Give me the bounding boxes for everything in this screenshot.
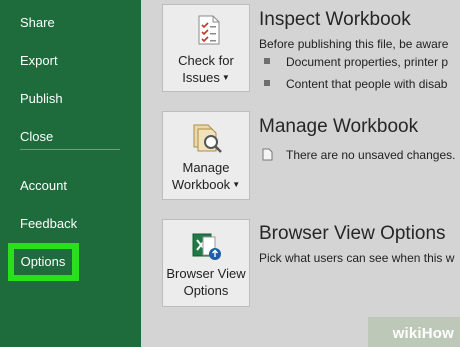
sidebar-item-close[interactable]: Close: [20, 128, 53, 146]
sidebar-item-publish[interactable]: Publish: [20, 90, 63, 108]
browser-view-options-button[interactable]: Browser View Options: [162, 219, 250, 307]
sidebar-item-options[interactable]: Options: [14, 249, 72, 275]
manage-workbook-title: Manage Workbook: [259, 116, 419, 137]
sidebar-item-account[interactable]: Account: [20, 177, 67, 195]
browser-view-icon: [191, 232, 223, 267]
dropdown-caret-icon: ▼: [221, 73, 230, 82]
wikihow-logo: wikiHow: [392, 325, 454, 342]
browser-view-options-title: Browser View Options: [259, 223, 446, 244]
sidebar-item-feedback[interactable]: Feedback: [20, 215, 77, 233]
inspect-bullet-2: Content that people with disab: [264, 77, 447, 91]
bullet-square-icon: [264, 58, 270, 64]
bullet-square-icon: [264, 80, 270, 86]
sidebar-divider: [20, 149, 120, 150]
manage-workbook-icon: [191, 121, 223, 160]
document-small-icon: [261, 148, 274, 164]
manage-workbook-button[interactable]: Manage Workbook ▼: [162, 111, 250, 200]
inspect-bullet-1: Document properties, printer p: [264, 55, 448, 69]
sidebar-item-share[interactable]: Share: [20, 14, 55, 32]
sidebar-item-export[interactable]: Export: [20, 52, 58, 70]
browser-view-options-label: Browser View Options: [166, 266, 246, 298]
inspect-document-icon: [193, 15, 221, 50]
check-for-issues-label: Check for Issues ▼: [178, 53, 234, 85]
browser-view-options-desc: Pick what users can see when this w: [259, 251, 455, 265]
inspect-workbook-desc: Before publishing this file, be aware: [259, 37, 449, 51]
check-for-issues-button[interactable]: Check for Issues ▼: [162, 4, 250, 92]
manage-workbook-label: Manage Workbook ▼: [171, 160, 241, 192]
dropdown-caret-icon: ▼: [232, 180, 241, 189]
inspect-workbook-title: Inspect Workbook: [259, 9, 411, 30]
manage-workbook-status: There are no unsaved changes.: [261, 148, 455, 164]
